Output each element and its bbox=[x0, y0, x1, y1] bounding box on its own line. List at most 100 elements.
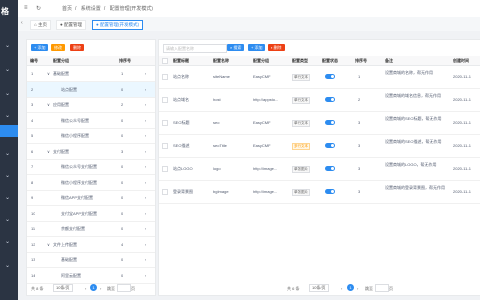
search-input[interactable]: 请输入配置名称 bbox=[163, 44, 227, 53]
prev-page-icon[interactable]: ‹ bbox=[341, 286, 342, 291]
add-config-button[interactable]: + 添加 bbox=[248, 44, 266, 51]
status-toggle[interactable] bbox=[325, 97, 335, 102]
cell-sort: 1 bbox=[358, 74, 361, 79]
chevron-right-icon[interactable]: › bbox=[145, 195, 146, 200]
status-toggle[interactable] bbox=[325, 166, 335, 171]
row-name: 微信小程序配置 bbox=[61, 133, 89, 138]
chevron-right-icon[interactable]: › bbox=[145, 133, 146, 138]
breadcrumb-item[interactable]: 系统设置 bbox=[81, 6, 101, 12]
chevron-right-icon[interactable]: › bbox=[145, 149, 146, 154]
chevron-right-icon[interactable]: › bbox=[145, 180, 146, 185]
table-row[interactable]: 4 微信公众号配置 0 › bbox=[27, 113, 155, 129]
table-row[interactable]: 7 微信公众号支付配置 0 › bbox=[27, 159, 155, 175]
table-row[interactable]: 2 站点配置 0 › bbox=[27, 81, 155, 98]
page-unit: 页 bbox=[389, 286, 393, 291]
refresh-icon[interactable]: ↻ bbox=[36, 5, 41, 12]
chevron-down-icon[interactable]: ∨ bbox=[47, 242, 50, 247]
chevron-right-icon[interactable]: › bbox=[145, 118, 146, 123]
current-page[interactable]: 1 bbox=[90, 284, 97, 291]
table-header: 编号 配置分组 排序号 bbox=[27, 56, 155, 66]
select-all-checkbox[interactable] bbox=[162, 58, 168, 64]
cell-title: 站点域名 bbox=[173, 97, 189, 102]
cell-sort: 2 bbox=[358, 97, 361, 102]
chevron-down-icon[interactable]: ⌄ bbox=[5, 42, 10, 49]
table-row[interactable]: 14 阿里云配置 0 › bbox=[27, 268, 155, 284]
table-row[interactable]: 10 支付宝APP支付配置 0 › bbox=[27, 206, 155, 222]
chevron-right-icon[interactable]: › bbox=[145, 71, 146, 76]
status-toggle[interactable] bbox=[325, 189, 335, 194]
chevron-right-icon[interactable]: › bbox=[145, 242, 146, 247]
chevron-down-icon[interactable]: ⌄ bbox=[5, 262, 10, 269]
page-size-select[interactable]: 10条/页 bbox=[309, 284, 329, 292]
next-page-icon[interactable]: › bbox=[357, 286, 358, 291]
chevron-down-icon[interactable]: ⌄ bbox=[5, 238, 10, 245]
row-checkbox[interactable] bbox=[162, 120, 168, 126]
chevron-down-icon[interactable]: ∨ bbox=[47, 102, 50, 107]
table-row[interactable]: 6 ∨ 支付配置 3 › bbox=[27, 144, 155, 160]
table-row[interactable]: 11 余额支付配置 0 › bbox=[27, 221, 155, 237]
chevron-down-icon[interactable]: ⌄ bbox=[5, 112, 10, 119]
table-row[interactable]: 9 微信APP支付配置 0 › bbox=[27, 190, 155, 206]
menu-toggle-icon[interactable]: ≡ bbox=[24, 5, 28, 11]
column-header-group: 配置分组 bbox=[253, 58, 269, 63]
table-row[interactable]: 站点名称 siteName EasyCMF 单行文本 1 设置商城的名称，帮无作用 2020… bbox=[159, 66, 480, 89]
table-row[interactable]: 3 ∨ 应用配置 2 › bbox=[27, 97, 155, 113]
table-row[interactable]: 12 ∨ 文件上传配置 4 › bbox=[27, 237, 155, 253]
chevron-right-icon[interactable]: › bbox=[145, 211, 146, 216]
chevron-right-icon[interactable]: › bbox=[145, 87, 146, 92]
search-button[interactable]: ⌕ 搜索 bbox=[227, 44, 245, 51]
delete-config-button[interactable]: ▪ 删除 bbox=[268, 44, 285, 51]
chevron-right-icon[interactable]: › bbox=[145, 102, 146, 107]
breadcrumb-item[interactable]: 首页 bbox=[62, 6, 72, 12]
table-row[interactable]: 站点域名 host http://appsto... 单行文本 2 设置商城的域名信息，帮… bbox=[159, 89, 480, 112]
table-row[interactable]: 8 微信小程序支付配置 0 › bbox=[27, 175, 155, 191]
table-row[interactable]: SEO标题 seo EasyCMF 单行文本 3 设置商城的SEO标题，帮无作用 2020-… bbox=[159, 112, 480, 135]
status-toggle[interactable] bbox=[325, 74, 335, 79]
table-row[interactable]: 登录背景图 bgImage http://image... 单张图片 3 设置商城的登录背… bbox=[159, 181, 480, 204]
goto-input[interactable] bbox=[375, 284, 389, 292]
page-size-select[interactable]: 10条/页 bbox=[53, 284, 73, 292]
chevron-right-icon[interactable]: › bbox=[145, 273, 146, 278]
next-page-icon[interactable]: › bbox=[100, 286, 101, 291]
table-row[interactable]: 1 ∨ 基础配置 1 › bbox=[27, 66, 155, 82]
row-checkbox[interactable] bbox=[162, 74, 168, 80]
row-id: 5 bbox=[31, 133, 34, 138]
chevron-down-icon[interactable]: ∨ bbox=[47, 71, 50, 76]
status-toggle[interactable] bbox=[325, 120, 335, 125]
row-sort: 2 bbox=[121, 102, 124, 107]
row-checkbox[interactable] bbox=[162, 166, 168, 172]
sidebar-item-active[interactable] bbox=[0, 125, 18, 137]
status-toggle[interactable] bbox=[325, 143, 335, 148]
chevron-down-icon[interactable]: ⌄ bbox=[5, 150, 10, 157]
chevron-down-icon[interactable]: ⌄ bbox=[5, 172, 10, 179]
tab-config[interactable]: ● 配置管理 bbox=[56, 20, 86, 30]
prev-page-icon[interactable]: ‹ bbox=[85, 286, 86, 291]
chevron-down-icon[interactable]: ⌄ bbox=[5, 90, 10, 97]
chevron-right-icon[interactable]: › bbox=[145, 257, 146, 262]
row-checkbox[interactable] bbox=[162, 189, 168, 195]
delete-group-button[interactable]: 删除 bbox=[70, 44, 84, 51]
add-group-button[interactable]: + 添加 bbox=[31, 44, 49, 51]
chevron-down-icon[interactable]: ⌄ bbox=[5, 66, 10, 73]
goto-input[interactable] bbox=[117, 284, 131, 292]
chevron-down-icon[interactable]: ∨ bbox=[47, 149, 50, 154]
group-panel: + 添加 修改 删除 编号 配置分组 排序号 1 ∨ 基础配置 1 › 2 站点配置 0 › 3 ∨… bbox=[26, 39, 156, 296]
table-row[interactable]: 5 微信小程序配置 0 › bbox=[27, 128, 155, 144]
row-sort: 3 bbox=[121, 148, 124, 154]
chevron-right-icon[interactable]: › bbox=[145, 164, 146, 169]
chevron-left-icon[interactable]: ‹ bbox=[21, 20, 23, 26]
row-checkbox[interactable] bbox=[162, 143, 168, 149]
row-sort: 0 bbox=[121, 226, 124, 231]
chevron-down-icon[interactable]: ⌄ bbox=[5, 216, 10, 223]
table-row[interactable]: 站点LOGO logo http://image... 单张图片 3 设置商城的LOGO，… bbox=[159, 158, 480, 181]
tab-home[interactable]: ⌂ 主页 bbox=[30, 20, 51, 30]
tab-config-dev[interactable]: ● 配置管理(开发模式) bbox=[92, 20, 143, 30]
chevron-down-icon[interactable]: ⌄ bbox=[5, 194, 10, 201]
table-row[interactable]: 13 基础配置 0 › bbox=[27, 252, 155, 268]
table-row[interactable]: SEO描述 seoTitle EasyCMF 多行文本 3 设置商城的SEO描述，帮无作用… bbox=[159, 135, 480, 158]
row-checkbox[interactable] bbox=[162, 97, 168, 103]
cell-key: bgImage bbox=[213, 189, 229, 194]
edit-group-button[interactable]: 修改 bbox=[51, 44, 65, 51]
chevron-right-icon[interactable]: › bbox=[145, 226, 146, 231]
current-page[interactable]: 1 bbox=[347, 284, 354, 291]
